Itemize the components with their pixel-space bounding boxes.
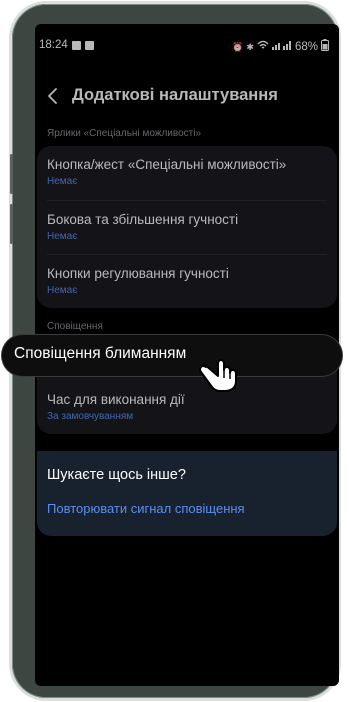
page-title: Додаткові налаштування <box>72 86 278 104</box>
divider <box>47 254 327 255</box>
wifi-icon <box>257 40 269 53</box>
item-title: Кнопка/жест «Спеціальні можливості» <box>47 157 287 172</box>
list-item-side-volume-up[interactable]: Бокова та збільшення гучності Немає <box>47 212 327 242</box>
header: Додаткові налаштування <box>35 82 339 112</box>
section-label-notifications: Сповіщення <box>47 321 103 332</box>
back-button[interactable] <box>45 86 61 106</box>
item-title: Час для виконання дії <box>47 392 185 407</box>
volume-button <box>10 154 13 194</box>
side-button <box>10 204 13 244</box>
suggestions-title: Шукаєте щось інше? <box>47 467 186 483</box>
item-subtitle: Немає <box>47 176 78 187</box>
status-left: 18:24 <box>39 39 94 51</box>
flash-notification-button[interactable]: Сповіщення блиманням <box>2 335 342 376</box>
back-arrow-icon <box>48 88 57 104</box>
battery-icon <box>321 39 329 54</box>
suggestion-link[interactable]: Повторювати сигнал сповіщення <box>47 501 245 516</box>
section-label-shortcuts: Ярлики «Спеціальні можливості» <box>47 128 201 139</box>
status-bar: 18:24 ⏰ ✱ 68% <box>35 39 339 57</box>
list-item-time-to-take-action[interactable]: Час для виконання дії За замовчуванням <box>47 392 327 422</box>
status-right: ⏰ ✱ 68% <box>232 39 329 54</box>
divider <box>47 200 327 201</box>
suggestions-card: Шукаєте щось інше? Повторювати сигнал сп… <box>37 451 337 536</box>
signal-icon <box>271 40 292 53</box>
list-item-accessibility-button[interactable]: Кнопка/жест «Спеціальні можливості» Нема… <box>47 157 327 187</box>
bluetooth-icon: ✱ <box>246 41 254 52</box>
list-item-volume-keys[interactable]: Кнопки регулювання гучності Немає <box>47 266 327 296</box>
status-time: 18:24 <box>39 39 68 51</box>
battery-percent: 68% <box>294 40 318 53</box>
item-subtitle: За замовчуванням <box>47 411 134 422</box>
message-icon <box>71 40 81 50</box>
item-title: Кнопки регулювання гучності <box>47 266 229 281</box>
item-title: Бокова та збільшення гучності <box>47 212 239 227</box>
shortcuts-card: Кнопка/жест «Спеціальні можливості» Нема… <box>37 146 337 308</box>
image-icon <box>84 40 94 50</box>
item-subtitle: Немає <box>47 231 78 242</box>
item-subtitle: Немає <box>47 285 78 296</box>
callout-label: Сповіщення блиманням <box>14 345 187 362</box>
alarm-icon: ⏰ <box>232 41 244 52</box>
